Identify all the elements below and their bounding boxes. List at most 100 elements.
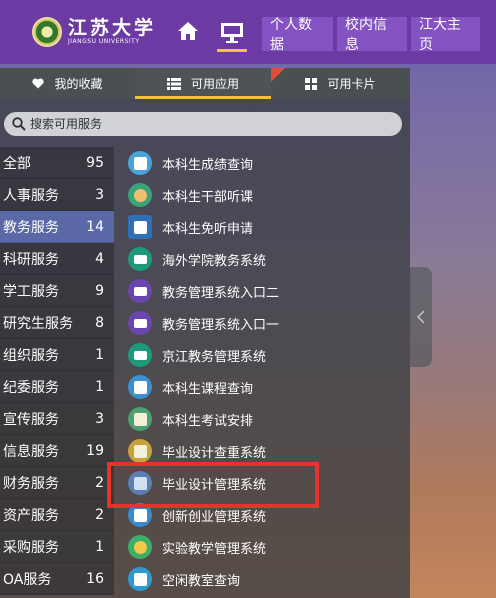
app-label: 毕业设计查重系统 [162,445,267,461]
category-item-all[interactable]: 全部 95 [0,147,114,179]
app-item-academic-entry-1[interactable]: 教务管理系统入口一 [128,307,408,339]
search-input[interactable] [30,117,380,131]
category-label: 科研服务 [3,251,59,268]
category-label: OA服务 [3,571,52,588]
desktop-icon[interactable] [217,14,247,52]
nav-link-personal-data[interactable]: 个人数据 [262,17,333,53]
app-label: 本科生课程查询 [162,381,254,397]
category-item-research[interactable]: 科研服务 4 [0,243,114,275]
category-label: 组织服务 [3,347,59,364]
category-item-student-affairs[interactable]: 学工服务 9 [0,275,114,307]
app-item-exam-schedule[interactable]: 本科生考试安排 [128,403,408,435]
category-label: 宣传服务 [3,411,59,428]
category-label: 人事服务 [3,187,59,204]
category-count: 9 [95,282,104,299]
university-logo[interactable]: 江苏大学 JIANGSU UNIVERSITY [32,10,156,54]
category-count: 1 [95,346,104,363]
category-count: 16 [86,570,104,587]
nav-link-homepage[interactable]: 江大主页 [411,17,480,53]
category-count: 3 [95,186,104,203]
category-label: 纪委服务 [3,379,59,396]
category-label: 教务服务 [3,219,59,236]
category-item-hr[interactable]: 人事服务 3 [0,179,114,211]
screen-icon [128,343,152,367]
new-badge-corner [271,68,285,82]
category-label: 财务服务 [3,475,59,492]
category-count: 19 [86,442,104,459]
category-item-organization[interactable]: 组织服务 1 [0,339,114,371]
category-item-publicity[interactable]: 宣传服务 3 [0,403,114,435]
check-doc-icon [128,439,152,463]
category-item-academic[interactable]: 教务服务 14 [0,211,114,243]
app-label: 教务管理系统入口二 [162,285,280,301]
screen-icon [128,247,152,271]
calendar-icon [128,215,152,239]
classroom-icon [128,567,152,591]
chevron-left-icon [417,310,425,324]
collapse-panel-handle[interactable] [410,267,432,367]
nav-link-campus-info[interactable]: 校内信息 [337,17,407,53]
lab-icon [128,535,152,559]
category-count: 1 [95,538,104,555]
tab-favorites-label: 我的收藏 [54,77,103,91]
app-item-exemption[interactable]: 本科生免听申请 [128,211,408,243]
app-label: 本科生考试安排 [162,413,254,429]
app-label: 本科生干部听课 [162,189,254,205]
category-label: 研究生服务 [3,315,73,332]
tab-bar: 我的收藏 可用应用 可用卡片 [0,68,410,99]
category-count: 3 [95,410,104,427]
category-label: 学工服务 [3,283,59,300]
app-item-course-query[interactable]: 本科生课程查询 [128,371,408,403]
tab-available-apps[interactable]: 可用应用 [135,68,271,99]
tab-favorites[interactable]: 我的收藏 [0,68,135,99]
app-list: 本科生成绩查询 本科生干部听课 本科生免听申请 海外学院教务系统 教务管理系统入… [128,147,408,595]
category-item-procurement[interactable]: 采购服务 1 [0,531,114,563]
app-item-academic-entry-2[interactable]: 教务管理系统入口二 [128,275,408,307]
app-item-free-classroom[interactable]: 空闲教室查询 [128,563,408,595]
search-icon [12,117,26,131]
category-count: 2 [95,474,104,491]
category-item-assets[interactable]: 资产服务 2 [0,499,114,531]
grade-report-icon [128,151,152,175]
app-item-jingjiang-system[interactable]: 京江教务管理系统 [128,339,408,371]
category-count: 8 [95,314,104,331]
category-item-graduate[interactable]: 研究生服务 8 [0,307,114,339]
category-item-finance[interactable]: 财务服务 2 [0,467,114,499]
tab-available-cards-label: 可用卡片 [327,77,376,91]
list-icon [166,77,181,90]
category-count: 14 [86,218,104,235]
heart-icon [32,78,45,89]
exam-list-icon [128,407,152,431]
app-item-cadre-audit[interactable]: 本科生干部听课 [128,179,408,211]
app-label: 教务管理系统入口一 [162,317,280,333]
app-item-lab-teaching[interactable]: 实验教学管理系统 [128,531,408,563]
tab-available-apps-label: 可用应用 [190,77,239,91]
brand-name-cn: 江苏大学 [68,17,157,39]
app-label: 本科生成绩查询 [162,157,254,173]
app-label: 本科生免听申请 [162,221,254,237]
app-label: 海外学院教务系统 [162,253,267,269]
category-item-discipline[interactable]: 纪委服务 1 [0,371,114,403]
university-emblem-icon [32,17,62,47]
category-item-oa[interactable]: OA服务 16 [0,563,114,595]
tab-available-cards[interactable]: 可用卡片 [271,68,410,99]
category-count: 1 [95,378,104,395]
app-label: 实验教学管理系统 [162,541,267,557]
top-bar: 江苏大学 JIANGSU UNIVERSITY 个人数据 校内信息 江大主页 [0,0,496,64]
app-item-overseas-system[interactable]: 海外学院教务系统 [128,243,408,275]
category-label: 采购服务 [3,539,59,556]
app-label: 创新创业管理系统 [162,509,267,525]
home-icon[interactable] [173,14,203,48]
category-count: 2 [95,506,104,523]
screen-icon [128,279,152,303]
app-label: 京江教务管理系统 [162,349,267,365]
category-count: 4 [95,250,104,267]
app-item-grade-query[interactable]: 本科生成绩查询 [128,147,408,179]
category-count: 95 [86,154,104,171]
search-bar [4,112,402,136]
category-label: 资产服务 [3,507,59,524]
category-item-information[interactable]: 信息服务 19 [0,435,114,467]
screen-icon [128,311,152,335]
highlight-box [107,462,319,508]
category-list: 全部 95 人事服务 3 教务服务 14 科研服务 4 学工服务 9 研究生服务 8 组织服… [0,147,114,595]
